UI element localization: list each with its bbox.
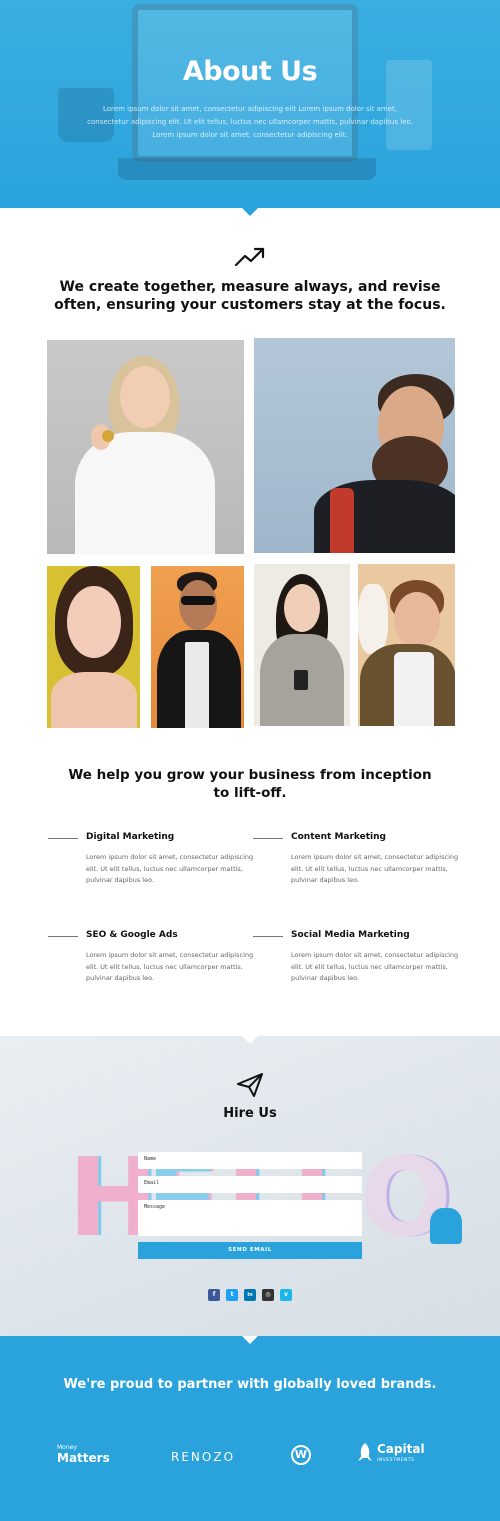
team-photo-bearded-man bbox=[254, 338, 455, 553]
hire-heading: Hire Us bbox=[223, 1106, 277, 1121]
wordpress-logo: W bbox=[291, 1445, 311, 1465]
linkedin-icon[interactable]: in bbox=[244, 1289, 256, 1301]
section-divider-arrow bbox=[242, 1036, 258, 1044]
name-field-placeholder: Name bbox=[144, 1156, 157, 1162]
service-divider bbox=[48, 838, 78, 839]
team-photo-woman-with-phone bbox=[254, 564, 350, 726]
message-field-placeholder: Message bbox=[144, 1204, 166, 1210]
name-field[interactable]: Name bbox=[138, 1152, 362, 1169]
team-photo-man-sunglasses bbox=[151, 566, 244, 728]
email-field[interactable]: Email bbox=[138, 1176, 362, 1193]
service-divider bbox=[48, 936, 78, 937]
trending-up-icon bbox=[234, 247, 265, 267]
service-text: Lorem ipsum dolor sit amet, consectetur … bbox=[86, 853, 254, 884]
partners-section: We're proud to partner with globally lov… bbox=[0, 1336, 500, 1521]
message-field[interactable]: Message bbox=[138, 1200, 362, 1236]
service-divider bbox=[253, 838, 283, 839]
paper-plane-icon bbox=[237, 1073, 263, 1097]
service-text: Lorem ipsum dolor sit amet, consectetur … bbox=[291, 853, 459, 884]
service-title: SEO & Google Ads bbox=[86, 930, 178, 940]
facebook-icon[interactable]: f bbox=[208, 1289, 220, 1301]
renozo-logo: RENOZO bbox=[171, 1450, 236, 1464]
service-text: Lorem ipsum dolor sit amet, consectetur … bbox=[86, 951, 254, 982]
email-field-placeholder: Email bbox=[144, 1180, 160, 1186]
section-divider-arrow bbox=[242, 208, 258, 216]
hero-text: Lorem ipsum dolor sit amet, consectetur … bbox=[87, 105, 413, 139]
mission-heading: We create together, measure always, and … bbox=[54, 279, 446, 313]
hire-section: H E L L O Hire Us Name Email Message SEN… bbox=[0, 1036, 500, 1336]
section-divider-arrow bbox=[242, 1336, 258, 1344]
partners-heading: We're proud to partner with globally lov… bbox=[63, 1377, 437, 1392]
service-title: Content Marketing bbox=[291, 832, 386, 842]
twitter-icon[interactable]: t bbox=[226, 1289, 238, 1301]
vimeo-icon[interactable]: v bbox=[280, 1289, 292, 1301]
service-title: Social Media Marketing bbox=[291, 930, 410, 940]
service-divider bbox=[253, 936, 283, 937]
instagram-icon[interactable]: ◎ bbox=[262, 1289, 274, 1301]
team-photo-man-with-hat bbox=[358, 564, 455, 726]
hero-background-laptop-base bbox=[118, 158, 376, 180]
service-title: Digital Marketing bbox=[86, 832, 175, 842]
page-title: About Us bbox=[182, 56, 318, 87]
money-matters-logo: Money Matters bbox=[57, 1444, 110, 1465]
hero-section: About Us Lorem ipsum dolor sit amet, con… bbox=[0, 0, 500, 208]
send-email-button[interactable]: SEND EMAIL bbox=[138, 1242, 362, 1259]
rocket-icon bbox=[358, 1443, 372, 1461]
services-heading: We help you grow your business from ince… bbox=[68, 767, 432, 801]
team-photo-woman-holding-coin bbox=[47, 340, 244, 554]
team-photo-woman-yellow-background bbox=[47, 566, 140, 728]
background-decoration bbox=[430, 1208, 462, 1244]
service-text: Lorem ipsum dolor sit amet, consectetur … bbox=[291, 951, 459, 982]
